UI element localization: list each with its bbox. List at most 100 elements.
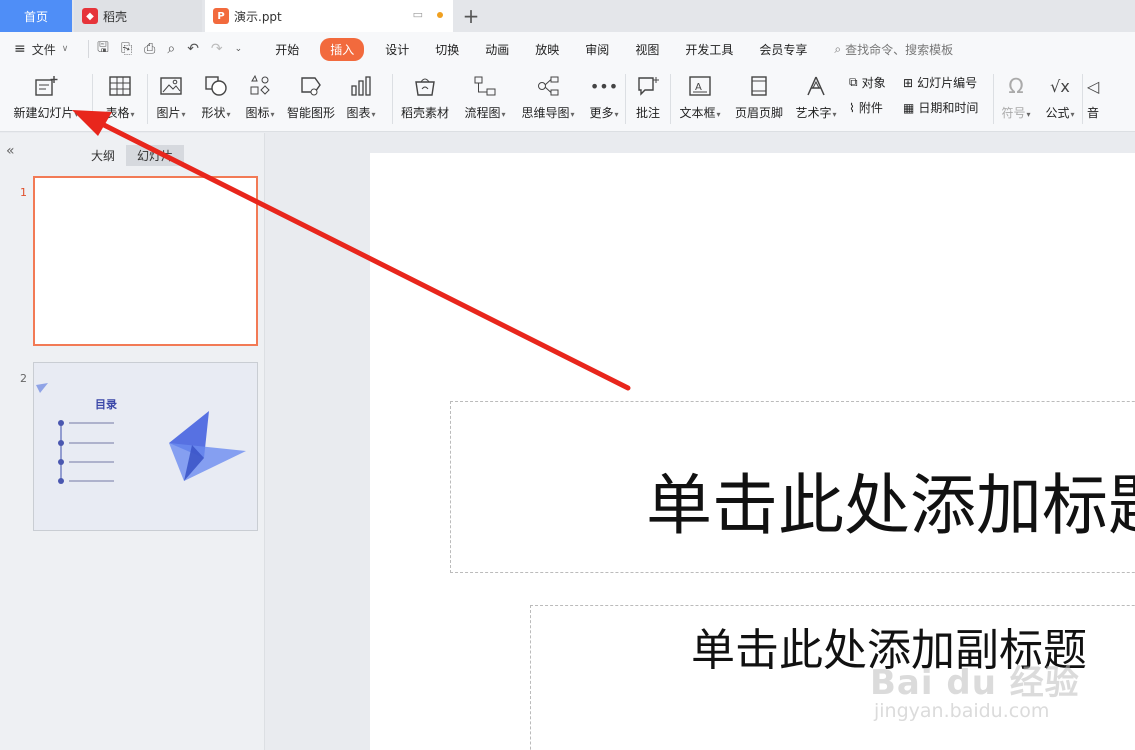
- print-preview-icon[interactable]: ⌕: [167, 41, 175, 57]
- slide-number-button[interactable]: ⊞ 幻灯片编号: [903, 74, 993, 91]
- slide-number-label: 幻灯片编号: [917, 76, 978, 90]
- wordart-button[interactable]: 艺术字▾: [789, 66, 843, 121]
- slide-thumbnail-2[interactable]: 目录: [33, 362, 258, 531]
- slide-2-preview: [34, 363, 257, 530]
- tab-daoke[interactable]: ◆ 稻壳: [74, 0, 202, 32]
- svg-text:A: A: [695, 82, 702, 93]
- flowchart-button[interactable]: 流程图▾: [457, 66, 513, 121]
- smart-art-icon: [297, 72, 325, 100]
- tab-document[interactable]: P 演示.ppt ▭: [205, 0, 453, 32]
- menu-row: ≡ 文件 ∨ 🖫 ⎘ ⎙ ⌕ ↶ ↷ ⌄ 开始 插入 设计 切换 动画 放映 审…: [0, 32, 1135, 66]
- save-icon[interactable]: 🖫: [97, 37, 109, 61]
- tab-document-label: 演示.ppt: [234, 9, 282, 24]
- tab-animation[interactable]: 动画: [472, 41, 522, 58]
- daoke-material-button[interactable]: 稻壳素材: [393, 66, 457, 121]
- header-footer-button[interactable]: 页眉页脚: [729, 66, 789, 121]
- tab-review[interactable]: 审阅: [572, 41, 622, 58]
- more-icon: •••: [589, 76, 619, 96]
- table-icon: [106, 72, 134, 100]
- icon-label: 图标: [245, 106, 270, 120]
- unsaved-dot-icon: [437, 11, 443, 18]
- tab-design[interactable]: 设计: [372, 41, 422, 58]
- quick-access-toolbar: 🖫 ⎘ ⎙ ⌕ ↶ ↷ ⌄: [88, 40, 242, 58]
- icons-gallery-icon: [246, 72, 274, 100]
- datetime-button[interactable]: ▦ 日期和时间: [903, 99, 993, 116]
- header-footer-label: 页眉页脚: [734, 106, 783, 120]
- omega-icon: Ω: [1008, 74, 1024, 98]
- slide-number-1: 1: [20, 186, 27, 199]
- tab-member[interactable]: 会员专享: [746, 41, 820, 58]
- slide-number-2: 2: [20, 372, 27, 385]
- new-tab-button[interactable]: +: [453, 0, 489, 32]
- picture-label: 图片: [156, 106, 181, 120]
- tab-slides[interactable]: 幻灯片: [126, 145, 185, 166]
- tab-transition[interactable]: 切换: [422, 41, 472, 58]
- audio-button[interactable]: ◁ 音: [1083, 66, 1103, 121]
- picture-icon: [157, 72, 185, 100]
- daoke-logo-icon: ◆: [82, 8, 98, 24]
- menu-tabs: 开始 插入 设计 切换 动画 放映 审阅 视图 开发工具 会员专享: [262, 37, 820, 61]
- tab-developer[interactable]: 开发工具: [672, 41, 746, 58]
- chevron-down-icon: ∨: [61, 44, 69, 54]
- picture-button[interactable]: 图片▾: [148, 66, 194, 121]
- material-store-icon: [411, 72, 439, 100]
- redo-icon[interactable]: ↷: [211, 41, 223, 57]
- slide-number-datetime-group: ⊞ 幻灯片编号 ▦ 日期和时间: [903, 66, 993, 116]
- new-slide-button[interactable]: 新建幻灯片▾: [0, 66, 92, 121]
- monitor-icon[interactable]: ▭: [413, 8, 423, 21]
- tab-bar: 首页 ◆ 稻壳 P 演示.ppt ▭ +: [0, 0, 1135, 32]
- mindmap-icon: [534, 72, 562, 100]
- watermark-brand: Bai du 经验: [870, 663, 1080, 703]
- undo-icon[interactable]: ↶: [187, 41, 199, 57]
- object-button[interactable]: ⧉ 对象: [849, 74, 903, 91]
- file-menu[interactable]: ≡ 文件 ∨: [0, 41, 88, 58]
- chart-icon: [347, 72, 375, 100]
- icon-button[interactable]: 图标▾: [238, 66, 282, 121]
- wordart-icon: [802, 72, 830, 100]
- more-button[interactable]: ••• 更多▾: [583, 66, 625, 121]
- tab-start[interactable]: 开始: [262, 41, 312, 58]
- command-search[interactable]: ⌕ 查找命令、搜索模板: [834, 41, 953, 58]
- formula-button[interactable]: √x 公式▾: [1038, 66, 1082, 121]
- export-pdf-icon[interactable]: ⎘: [121, 41, 132, 57]
- table-button[interactable]: 表格▾: [93, 66, 147, 121]
- header-footer-icon: [745, 72, 773, 100]
- new-slide-label: 新建幻灯片: [13, 106, 74, 120]
- comment-button[interactable]: 批注: [626, 66, 670, 121]
- table-label: 表格: [105, 106, 130, 120]
- smart-art-button[interactable]: 智能图形: [282, 66, 340, 121]
- tab-slideshow[interactable]: 放映: [522, 41, 572, 58]
- symbol-button[interactable]: Ω 符号▾: [994, 66, 1038, 121]
- shape-icon: [202, 72, 230, 100]
- customize-icon[interactable]: ⌄: [235, 44, 243, 54]
- mindmap-button[interactable]: 思维导图▾: [513, 66, 583, 121]
- mindmap-label: 思维导图: [521, 106, 570, 120]
- title-placeholder[interactable]: 单击此处添加标题: [450, 401, 1135, 573]
- textbox-button[interactable]: A 文本框▾: [671, 66, 729, 121]
- collapse-panel-icon[interactable]: «: [6, 143, 15, 159]
- shape-button[interactable]: 形状▾: [194, 66, 238, 121]
- textbox-icon: A: [686, 72, 714, 100]
- tab-outline[interactable]: 大纲: [80, 145, 126, 166]
- slide-2-title: 目录: [95, 398, 117, 411]
- calendar-icon: ▦: [903, 100, 915, 115]
- formula-label: 公式: [1045, 106, 1070, 120]
- slide-thumbnail-1[interactable]: [33, 176, 258, 346]
- flowchart-label: 流程图: [464, 106, 501, 120]
- wordart-label: 艺术字: [795, 106, 832, 120]
- hamburger-icon: ≡: [14, 41, 26, 57]
- comment-label: 批注: [635, 106, 660, 120]
- watermark-url: jingyan.baidu.com: [874, 700, 1050, 722]
- tab-daoke-label: 稻壳: [103, 9, 128, 24]
- chart-button[interactable]: 图表▾: [340, 66, 382, 121]
- tab-insert[interactable]: 插入: [320, 37, 365, 61]
- baidu-jingyan-watermark: Bai du 经验 jingyan.baidu.com: [870, 655, 1080, 722]
- print-icon[interactable]: ⎙: [144, 41, 155, 57]
- tab-view[interactable]: 视图: [622, 41, 672, 58]
- slide-number-icon: ⊞: [903, 75, 914, 90]
- tab-home[interactable]: 首页: [0, 0, 72, 32]
- textbox-label: 文本框: [679, 106, 716, 120]
- speaker-icon: ◁: [1086, 76, 1100, 96]
- insert-ribbon: 新建幻灯片▾ 表格▾ 图片▾ 形状▾ 图标▾ 智能图形 图表▾ 稻壳素材 流程图…: [0, 66, 1135, 132]
- attachment-button[interactable]: ⌇ 附件: [849, 99, 903, 116]
